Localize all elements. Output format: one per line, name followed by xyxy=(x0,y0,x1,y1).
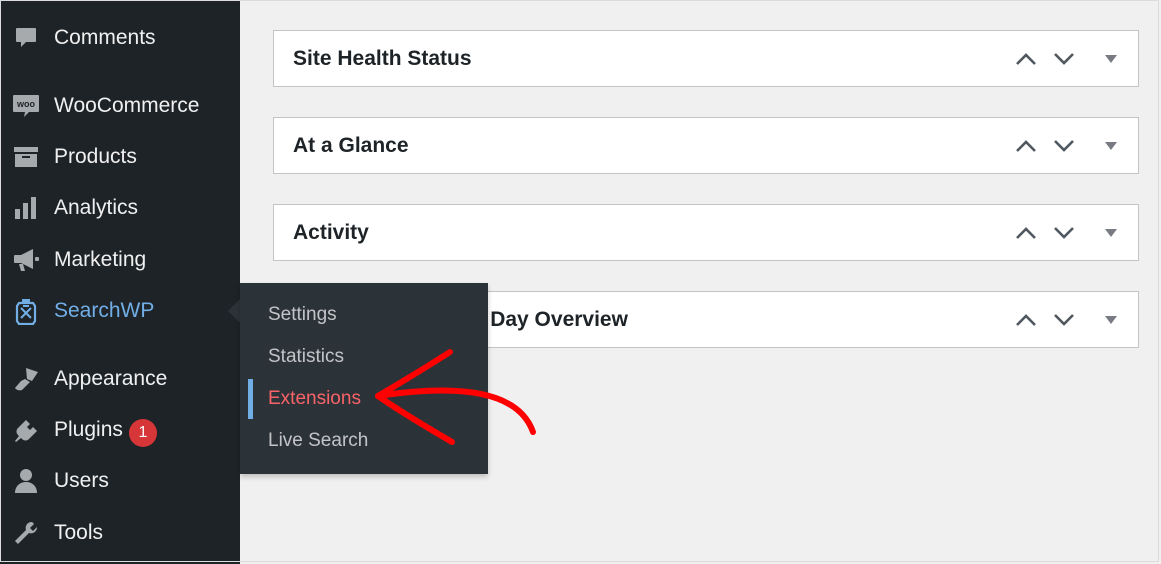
red-arrow-annotation xyxy=(375,349,536,445)
